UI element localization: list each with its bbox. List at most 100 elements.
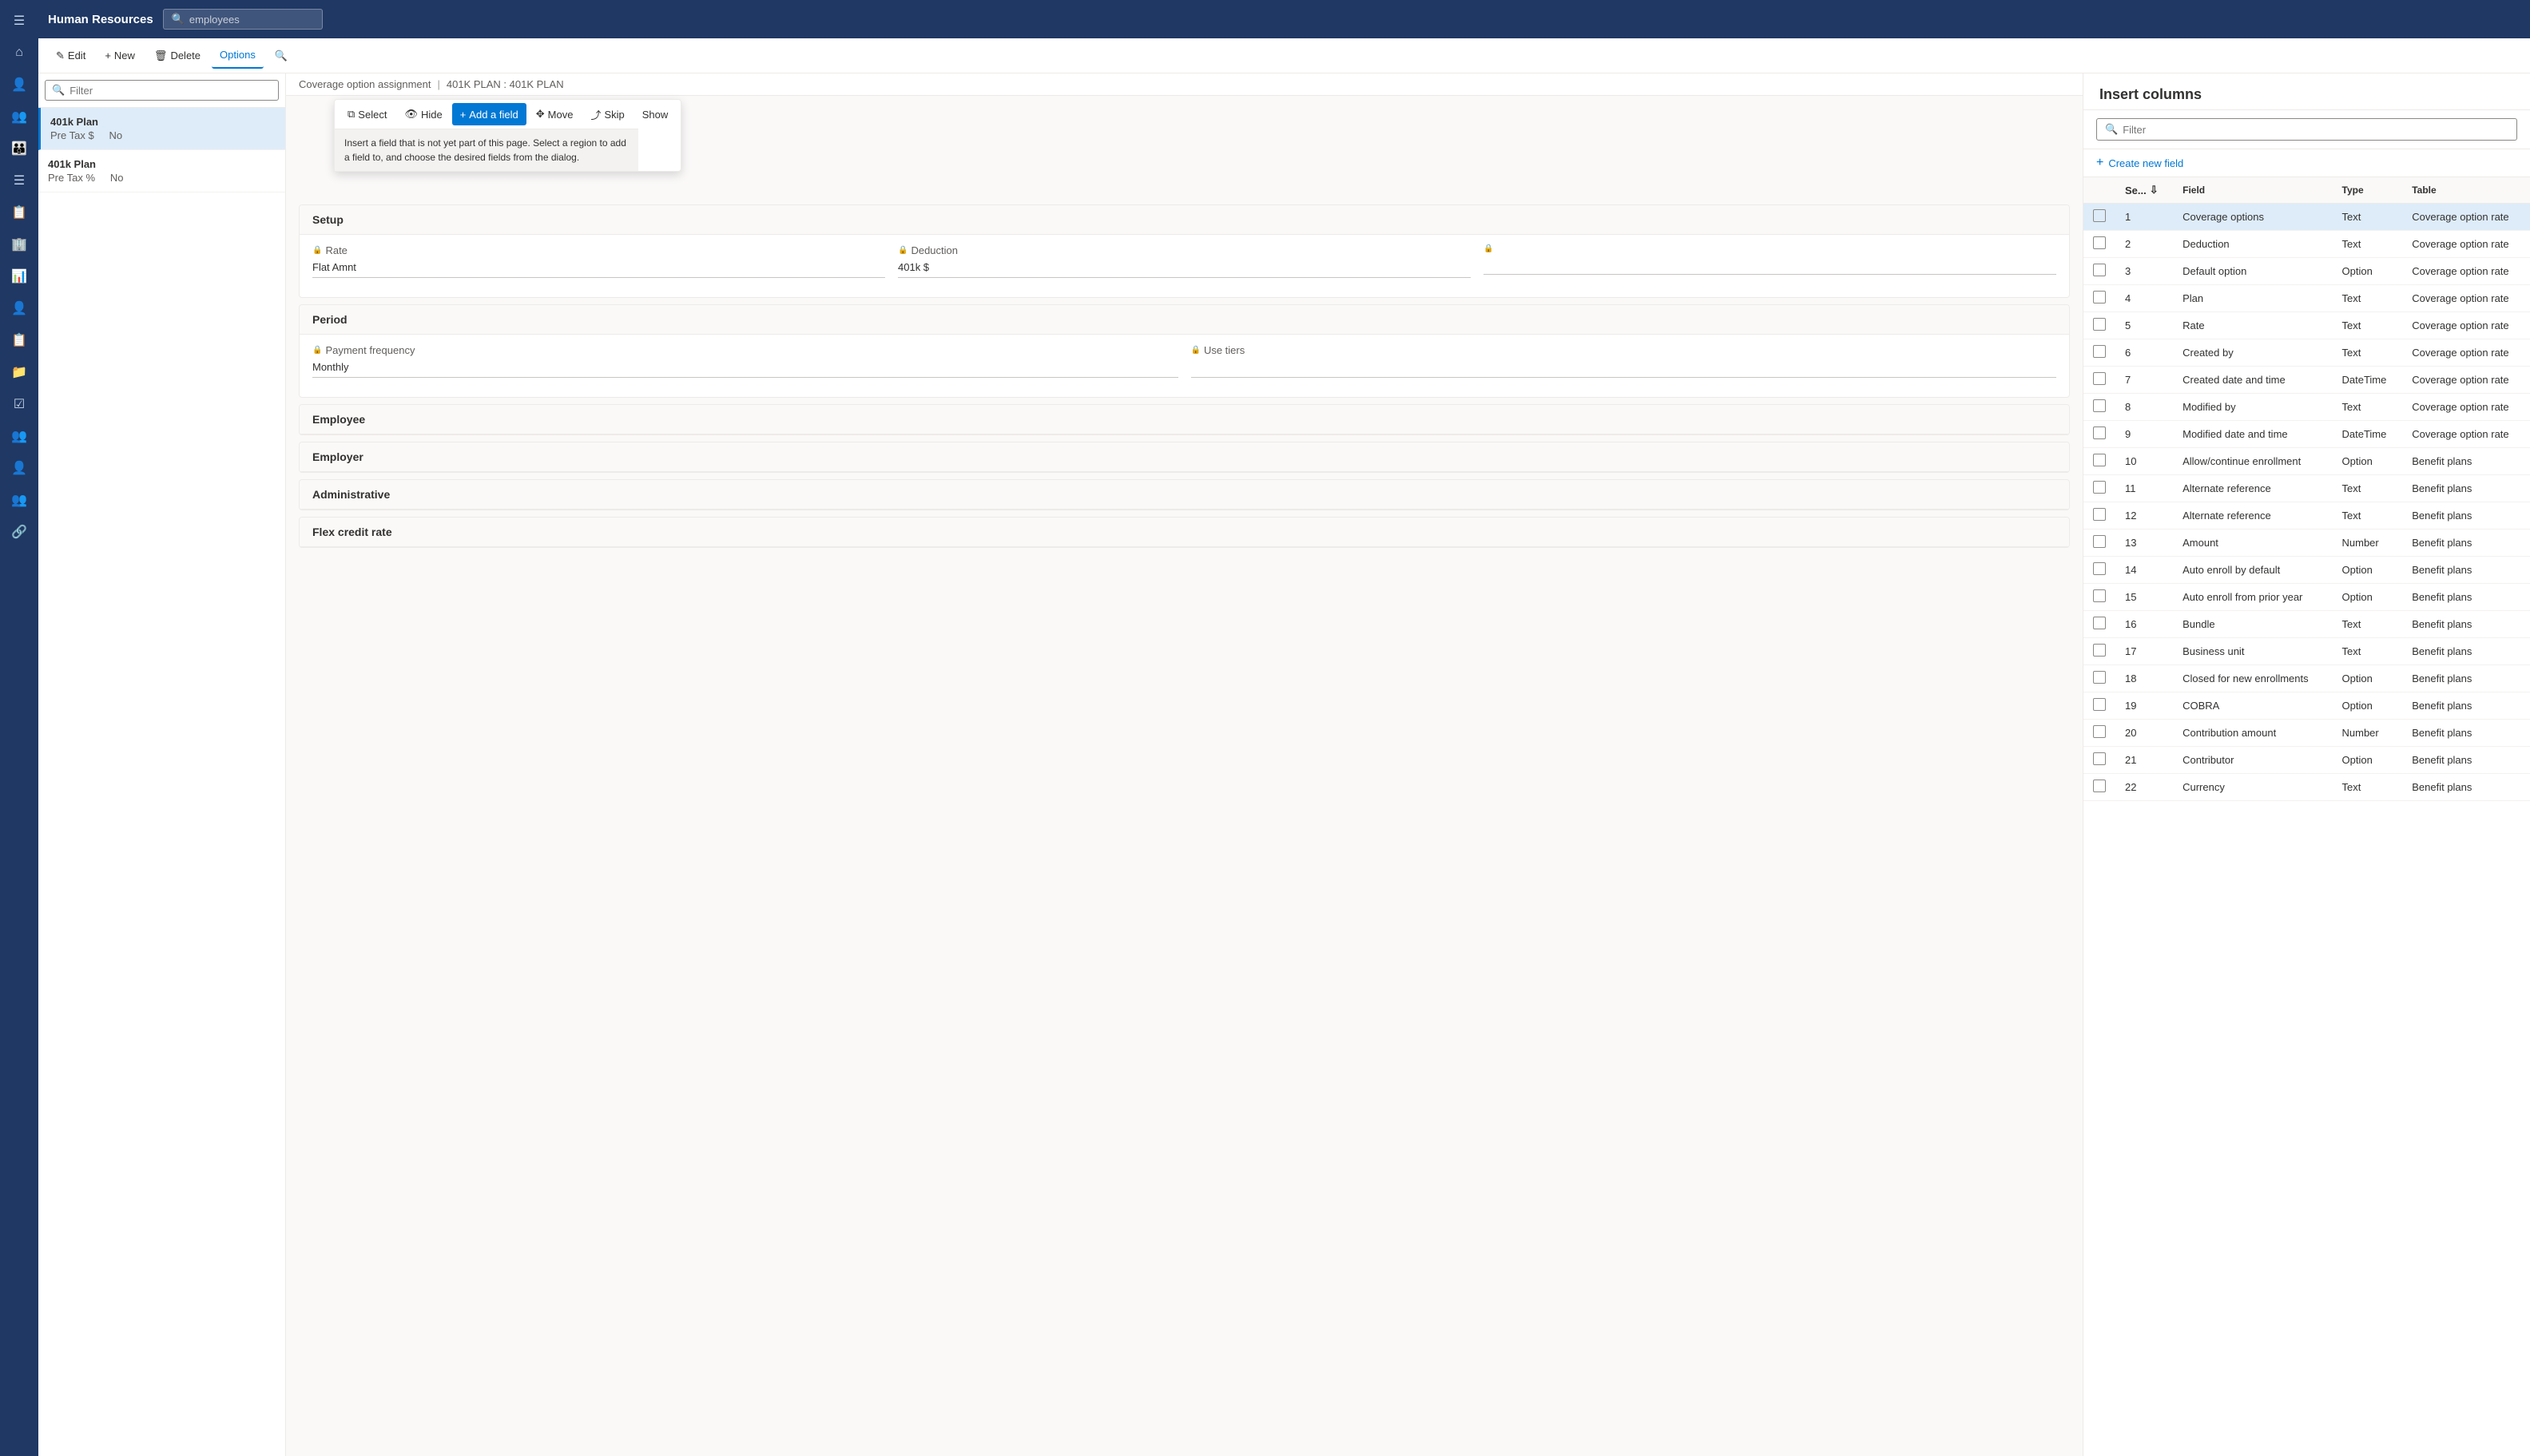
move-button[interactable]: ✥ Move	[528, 103, 582, 125]
table-row[interactable]: 6 Created by Text Coverage option rate	[2083, 339, 2530, 367]
nav-check-icon[interactable]: ☑	[5, 390, 34, 419]
table-row[interactable]: 19 COBRA Option Benefit plans	[2083, 692, 2530, 720]
row-checkbox[interactable]	[2093, 562, 2106, 575]
nav-building-icon[interactable]: 🏢	[5, 230, 34, 259]
center-panel: Coverage option assignment | 401K PLAN :…	[286, 73, 2083, 1456]
row-type: Option	[2333, 258, 2403, 285]
nav-list-icon[interactable]: ☰	[5, 166, 34, 195]
form-section-header-period[interactable]: Period	[300, 305, 2069, 335]
table-row[interactable]: 9 Modified date and time DateTime Covera…	[2083, 421, 2530, 448]
nav-profile-icon[interactable]: 👤	[5, 454, 34, 482]
row-checkbox[interactable]	[2093, 644, 2106, 657]
show-button[interactable]: Show	[634, 103, 677, 125]
table-row[interactable]: 10 Allow/continue enrollment Option Bene…	[2083, 448, 2530, 475]
row-checkbox[interactable]	[2093, 426, 2106, 439]
table-row[interactable]: 21 Contributor Option Benefit plans	[2083, 747, 2530, 774]
row-checkbox[interactable]	[2093, 209, 2106, 222]
form-section-header-setup[interactable]: Setup	[300, 205, 2069, 235]
form-section-header-employee[interactable]: Employee	[300, 405, 2069, 434]
table-row[interactable]: 20 Contribution amount Number Benefit pl…	[2083, 720, 2530, 747]
table-row[interactable]: 14 Auto enroll by default Option Benefit…	[2083, 557, 2530, 584]
nav-person-icon[interactable]: 👤	[5, 70, 34, 99]
col-header-field[interactable]: Field	[2173, 177, 2332, 204]
plus-icon: +	[105, 50, 111, 61]
select-button[interactable]: ⧉ Select	[340, 103, 395, 125]
new-button[interactable]: + New	[97, 43, 143, 69]
table-row[interactable]: 22 Currency Text Benefit plans	[2083, 774, 2530, 801]
nav-team-icon[interactable]: 👥	[5, 486, 34, 514]
table-row[interactable]: 2 Deduction Text Coverage option rate	[2083, 231, 2530, 258]
row-field: Bundle	[2173, 611, 2332, 638]
delete-button[interactable]: 🗑 Delete	[146, 43, 209, 69]
nav-group-icon[interactable]: 👥	[5, 422, 34, 450]
skip-button[interactable]: ⤴ Skip	[582, 103, 632, 125]
list-item[interactable]: 401k Plan Pre Tax % No	[38, 150, 285, 192]
table-row[interactable]: 18 Closed for new enrollments Option Ben…	[2083, 665, 2530, 692]
row-checkbox[interactable]	[2093, 535, 2106, 548]
list-item[interactable]: 401k Plan Pre Tax $ No	[38, 108, 285, 150]
add-field-button[interactable]: + Add a field	[452, 103, 526, 125]
row-checkbox[interactable]	[2093, 725, 2106, 738]
table-row[interactable]: 17 Business unit Text Benefit plans	[2083, 638, 2530, 665]
floating-toolbar-buttons: ⧉ Select 👁 Hide + Add a field ✥ Move	[335, 100, 681, 129]
create-field-link[interactable]: + Create new field	[2083, 149, 2530, 177]
app-title: Human Resources	[48, 13, 153, 26]
row-checkbox[interactable]	[2093, 752, 2106, 765]
nav-notes-icon[interactable]: 📋	[5, 326, 34, 355]
row-checkbox[interactable]	[2093, 481, 2106, 494]
table-row[interactable]: 13 Amount Number Benefit plans	[2083, 530, 2530, 557]
options-button[interactable]: Options	[212, 43, 264, 69]
row-checkbox[interactable]	[2093, 671, 2106, 684]
table-row[interactable]: 3 Default option Option Coverage option …	[2083, 258, 2530, 285]
table-row[interactable]: 8 Modified by Text Coverage option rate	[2083, 394, 2530, 421]
table-row[interactable]: 5 Rate Text Coverage option rate	[2083, 312, 2530, 339]
nav-user2-icon[interactable]: 👤	[5, 294, 34, 323]
search-input[interactable]	[189, 14, 314, 26]
row-checkbox[interactable]	[2093, 698, 2106, 711]
table-row[interactable]: 15 Auto enroll from prior year Option Be…	[2083, 584, 2530, 611]
hide-button[interactable]: 👁 Hide	[396, 103, 450, 125]
row-checkbox[interactable]	[2093, 589, 2106, 602]
nav-clipboard-icon[interactable]: 📋	[5, 198, 34, 227]
nav-family-icon[interactable]: 👪	[5, 134, 34, 163]
row-type: Option	[2333, 692, 2403, 720]
form-section-header-employer[interactable]: Employer	[300, 442, 2069, 472]
row-checkbox[interactable]	[2093, 508, 2106, 521]
nav-chart-icon[interactable]: 📊	[5, 262, 34, 291]
row-checkbox[interactable]	[2093, 345, 2106, 358]
nav-menu-icon[interactable]: ☰	[5, 6, 34, 35]
table-row[interactable]: 12 Alternate reference Text Benefit plan…	[2083, 502, 2530, 530]
table-row[interactable]: 7 Created date and time DateTime Coverag…	[2083, 367, 2530, 394]
nav-folder-icon[interactable]: 📁	[5, 358, 34, 387]
row-checkbox[interactable]	[2093, 399, 2106, 412]
row-checkbox[interactable]	[2093, 617, 2106, 629]
search-toolbar-button[interactable]: 🔍	[267, 43, 296, 69]
row-checkbox-cell	[2083, 774, 2115, 801]
row-checkbox[interactable]	[2093, 780, 2106, 792]
right-panel-filter: 🔍	[2083, 110, 2530, 149]
row-field: Allow/continue enrollment	[2173, 448, 2332, 475]
nav-home-icon[interactable]: ⌂	[5, 38, 34, 67]
row-checkbox[interactable]	[2093, 264, 2106, 276]
row-checkbox[interactable]	[2093, 372, 2106, 385]
edit-button[interactable]: ✎ Edit	[48, 43, 93, 69]
form-section-header-administrative[interactable]: Administrative	[300, 480, 2069, 510]
table-row[interactable]: 11 Alternate reference Text Benefit plan…	[2083, 475, 2530, 502]
row-checkbox[interactable]	[2093, 318, 2106, 331]
table-row[interactable]: 4 Plan Text Coverage option rate	[2083, 285, 2530, 312]
table-row[interactable]: 16 Bundle Text Benefit plans	[2083, 611, 2530, 638]
row-field: Coverage options	[2173, 204, 2332, 231]
right-filter-input[interactable]	[2123, 124, 2508, 136]
row-seq: 19	[2115, 692, 2173, 720]
form-section-header-flex-credit[interactable]: Flex credit rate	[300, 518, 2069, 547]
row-checkbox[interactable]	[2093, 291, 2106, 303]
list-filter-input[interactable]	[70, 85, 272, 97]
row-checkbox[interactable]	[2093, 454, 2106, 466]
search-bar[interactable]: 🔍	[163, 9, 323, 30]
table-row[interactable]: 1 Coverage options Text Coverage option …	[2083, 204, 2530, 231]
nav-people-icon[interactable]: 👥	[5, 102, 34, 131]
nav-link-icon[interactable]: 🔗	[5, 518, 34, 546]
row-seq: 6	[2115, 339, 2173, 367]
row-checkbox[interactable]	[2093, 236, 2106, 249]
col-header-seq[interactable]: Se... ⇩	[2115, 177, 2173, 204]
